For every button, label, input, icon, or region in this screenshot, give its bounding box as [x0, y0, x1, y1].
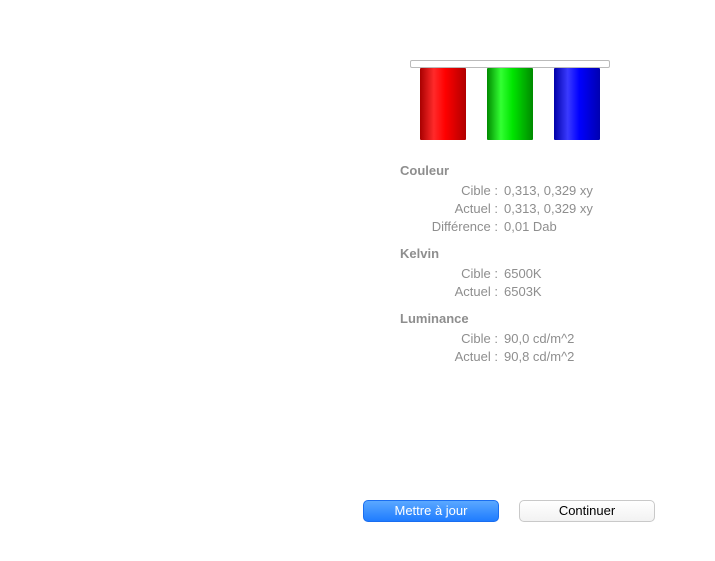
kelvin-actuel-label: Actuel : [400, 283, 504, 301]
bar-green [487, 68, 533, 140]
kelvin-cible-value: 6500K [504, 265, 542, 283]
couleur-cible-value: 0,313, 0,329 xy [504, 182, 593, 200]
kelvin-actuel-value: 6503K [504, 283, 542, 301]
continue-button[interactable]: Continuer [519, 500, 655, 522]
rgb-bar-chart [410, 60, 610, 145]
luminance-cible-value: 90,0 cd/m^2 [504, 330, 574, 348]
luminance-actuel-label: Actuel : [400, 348, 504, 366]
couleur-actuel-value: 0,313, 0,329 xy [504, 200, 593, 218]
section-title-luminance: Luminance [400, 311, 660, 326]
couleur-cible-label: Cible : [400, 182, 504, 200]
luminance-cible-label: Cible : [400, 330, 504, 348]
bar-red [420, 68, 466, 140]
luminance-actuel-value: 90,8 cd/m^2 [504, 348, 574, 366]
section-title-kelvin: Kelvin [400, 246, 660, 261]
couleur-diff-label: Différence : [400, 218, 504, 236]
couleur-diff-value: 0,01 Dab [504, 218, 557, 236]
chart-track [410, 60, 610, 68]
couleur-actuel-label: Actuel : [400, 200, 504, 218]
bar-blue [554, 68, 600, 140]
update-button[interactable]: Mettre à jour [363, 500, 499, 522]
kelvin-cible-label: Cible : [400, 265, 504, 283]
section-title-couleur: Couleur [400, 163, 660, 178]
